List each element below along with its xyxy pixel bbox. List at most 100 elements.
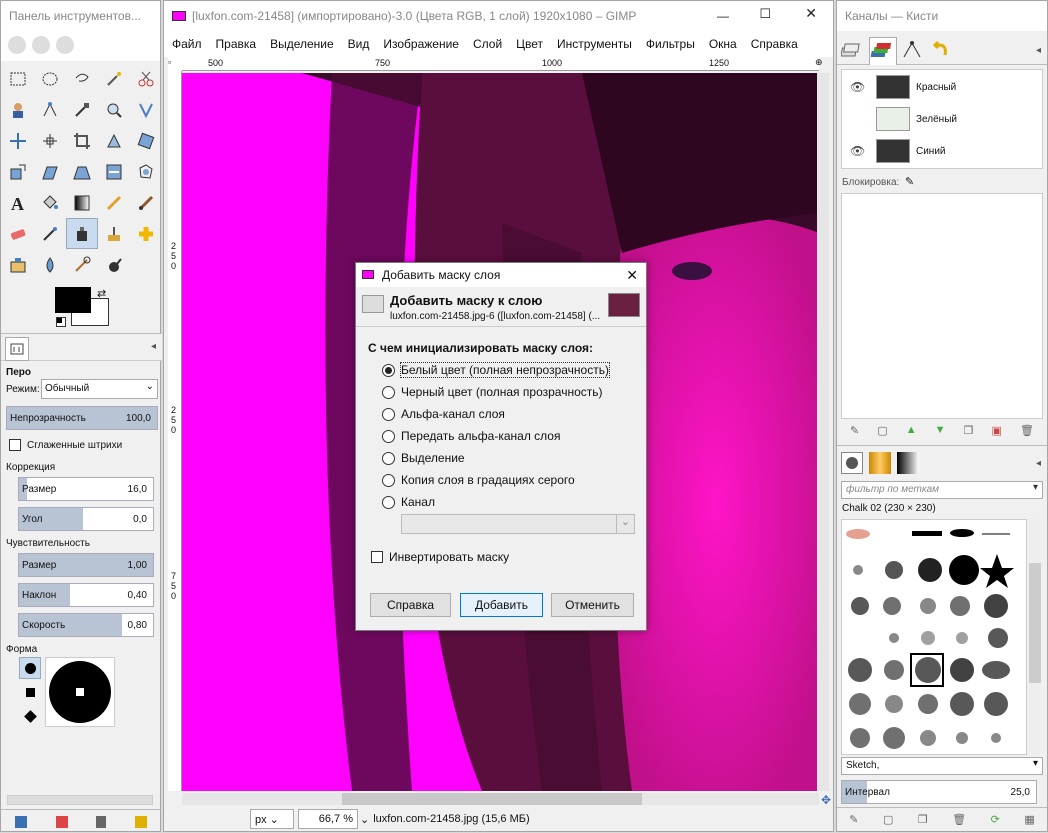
mode-select[interactable]: Обычный ⌄ xyxy=(41,379,158,399)
align-icon[interactable] xyxy=(34,125,66,156)
open-brush-as-image-icon[interactable]: ▦ xyxy=(1024,813,1034,826)
duplicate-brush-icon[interactable]: ❐ xyxy=(918,813,928,826)
cage-transform-icon[interactable] xyxy=(130,156,162,187)
shape-diamond-icon[interactable] xyxy=(19,705,41,727)
quick-mask-corner-icon[interactable]: ▫ xyxy=(168,57,182,71)
shape-editor[interactable] xyxy=(45,657,115,727)
menu-item-7[interactable]: Инструменты xyxy=(557,37,632,51)
close-icon[interactable]: ✕ xyxy=(805,5,817,22)
edit-channel-icon[interactable]: ✎ xyxy=(850,424,859,437)
flip-icon[interactable] xyxy=(98,156,130,187)
raise-channel-icon[interactable]: ▲ xyxy=(906,424,917,436)
delete-preset-icon[interactable] xyxy=(96,815,107,828)
sens-size-slider[interactable]: Размер 1,00 xyxy=(18,553,154,577)
gradient-icon[interactable] xyxy=(66,187,98,218)
chevron-down-icon[interactable]: ▾ xyxy=(1033,482,1038,493)
spacing-slider[interactable]: Интервал 25,0 xyxy=(841,780,1037,804)
menu-item-9[interactable]: Окна xyxy=(709,37,737,51)
add-button[interactable]: Добавить xyxy=(460,593,543,617)
panel-menu-icon[interactable]: ◂ xyxy=(151,341,156,352)
invert-checkbox[interactable] xyxy=(371,551,383,563)
vertical-scrollbar[interactable] xyxy=(817,73,829,791)
new-brush-icon[interactable]: ▢ xyxy=(883,813,893,826)
close-icon[interactable]: ✕ xyxy=(626,267,638,284)
radio-white[interactable]: Белый цвет (полная непрозрачность) xyxy=(382,362,610,378)
blur-icon[interactable] xyxy=(98,249,130,280)
radio-grayscale[interactable]: Копия слоя в градациях серого xyxy=(382,473,575,487)
paths-icon[interactable] xyxy=(34,94,66,125)
paths-tab-icon[interactable] xyxy=(901,39,927,63)
chevron-down-icon[interactable]: ▾ xyxy=(1033,758,1038,769)
measure-icon[interactable] xyxy=(130,94,162,125)
brush-grid[interactable] xyxy=(841,519,1027,755)
smudge-icon[interactable] xyxy=(34,249,66,280)
swap-colors-icon[interactable]: ⇄ xyxy=(97,287,106,300)
eye-icon[interactable]: 👁 xyxy=(850,144,870,158)
radio-selection[interactable]: Выделение xyxy=(382,451,465,465)
radio-alpha[interactable]: Альфа-канал слоя xyxy=(382,407,505,421)
help-button[interactable]: Справка xyxy=(370,593,451,617)
panel-menu-icon[interactable]: ◂ xyxy=(1036,458,1041,469)
unit-select[interactable]: px ⌄ xyxy=(250,809,294,829)
brush-preset-input[interactable]: Sketch, ▾ xyxy=(841,757,1043,775)
menu-item-0[interactable]: Файл xyxy=(172,37,202,51)
tool-options-tab[interactable] xyxy=(5,337,29,361)
layers-tab-icon[interactable] xyxy=(840,39,867,63)
brush-scrollbar[interactable] xyxy=(1029,519,1041,755)
tilt-slider[interactable]: Наклон 0,40 xyxy=(18,583,154,607)
menu-item-8[interactable]: Фильтры xyxy=(646,37,695,51)
reset-options-icon[interactable] xyxy=(134,815,147,828)
gradients-tab-icon[interactable] xyxy=(897,452,919,474)
toolbox-scrollbar[interactable] xyxy=(7,795,153,805)
lower-channel-icon[interactable]: ▼ xyxy=(935,424,946,436)
menu-item-1[interactable]: Правка xyxy=(216,37,257,51)
eraser-icon[interactable] xyxy=(2,218,34,249)
tag-filter-input[interactable]: фильтр по меткам ▾ xyxy=(841,481,1043,499)
shape-handle[interactable] xyxy=(76,688,84,696)
menu-item-5[interactable]: Слой xyxy=(473,37,502,51)
cancel-button[interactable]: Отменить xyxy=(551,593,634,617)
lock-pixels-icon[interactable]: ✎ xyxy=(905,175,914,188)
refresh-brushes-icon[interactable]: ⟳ xyxy=(991,813,1000,826)
size-slider[interactable]: Размер 16,0 xyxy=(18,477,154,501)
crop-icon[interactable] xyxy=(66,125,98,156)
wilber-drop-area[interactable] xyxy=(1,31,160,61)
edit-brush-icon[interactable]: ✎ xyxy=(849,813,858,826)
channel-to-selection-icon[interactable]: ▣ xyxy=(992,424,1002,437)
color-picker-icon[interactable] xyxy=(66,94,98,125)
lasso-icon[interactable] xyxy=(66,63,98,94)
new-channel-icon[interactable]: ▢ xyxy=(877,424,887,437)
perspective-icon[interactable] xyxy=(66,156,98,187)
scissors-icon[interactable] xyxy=(130,63,162,94)
patterns-tab-icon[interactable] xyxy=(869,452,891,474)
radio-black[interactable]: Черный цвет (полная прозрачность) xyxy=(382,385,603,399)
menu-item-10[interactable]: Справка xyxy=(751,37,798,51)
text-icon[interactable]: A xyxy=(2,187,34,218)
unified-transform-icon[interactable] xyxy=(98,125,130,156)
eye-icon[interactable]: 👁 xyxy=(850,80,870,94)
opacity-slider[interactable]: Непрозрачность 100,0 xyxy=(6,406,158,430)
minimize-icon[interactable]: — xyxy=(717,9,729,23)
menu-item-3[interactable]: Вид xyxy=(348,37,370,51)
shape-circle-icon[interactable] xyxy=(19,657,41,679)
ink-icon[interactable] xyxy=(66,218,98,249)
heal-icon[interactable] xyxy=(130,218,162,249)
clone-icon[interactable] xyxy=(2,249,34,280)
menu-item-4[interactable]: Изображение xyxy=(383,37,459,51)
chevron-down-icon[interactable]: ⌄ xyxy=(360,813,369,826)
horizontal-scroll-thumb[interactable] xyxy=(342,793,642,805)
speed-slider[interactable]: Скорость 0,80 xyxy=(18,613,154,637)
menu-item-6[interactable]: Цвет xyxy=(516,37,543,51)
shear-icon[interactable] xyxy=(34,156,66,187)
zoom-select[interactable]: 66,7 % xyxy=(298,809,358,829)
shape-square-icon[interactable] xyxy=(19,681,41,703)
angle-slider[interactable]: Угол 0,0 xyxy=(18,507,154,531)
move-icon[interactable] xyxy=(2,125,34,156)
rect-select-icon[interactable] xyxy=(2,63,34,94)
navigate-icon[interactable]: ✥ xyxy=(821,793,831,807)
menu-item-2[interactable]: Выделение xyxy=(270,37,334,51)
airbrush-icon[interactable] xyxy=(34,218,66,249)
undo-history-tab-icon[interactable] xyxy=(929,39,955,63)
duplicate-channel-icon[interactable]: ❐ xyxy=(964,424,974,437)
vertical-ruler[interactable]: 2 5 0 2 5 0 7 5 0 xyxy=(168,71,182,791)
